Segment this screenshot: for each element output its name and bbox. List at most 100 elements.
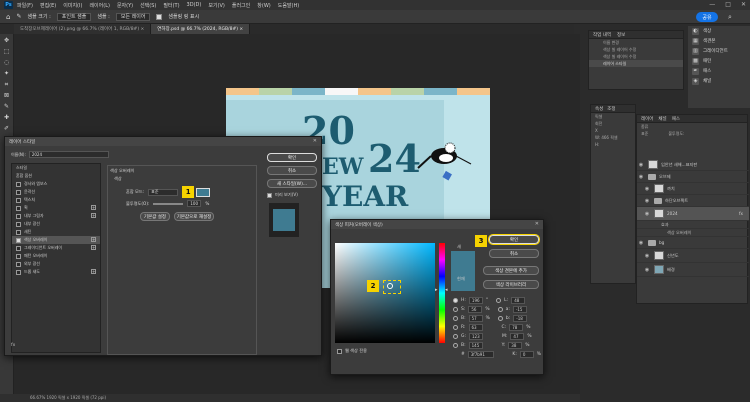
style-checkbox[interactable] <box>16 181 21 187</box>
blend-mode-select[interactable]: 표준 <box>641 131 648 137</box>
color-field-input[interactable]: 0 <box>519 351 534 358</box>
menu-filter[interactable]: 필터(T) <box>163 2 179 9</box>
menu-3d[interactable]: 3D(D) <box>187 2 202 8</box>
web-only-checkbox[interactable] <box>337 348 342 354</box>
share-button[interactable]: 공유 <box>696 12 718 22</box>
hue-slider-arrow-left[interactable]: ▸ <box>435 287 438 293</box>
frame-tool-icon[interactable]: ⊠ <box>2 91 12 100</box>
eye-icon[interactable]: ◉ <box>637 174 645 180</box>
lasso-tool-icon[interactable]: ◌ <box>2 58 12 67</box>
color-field-input[interactable]: -18 <box>513 315 528 322</box>
tab-properties[interactable]: 속성 <box>595 106 603 112</box>
maximize-button[interactable]: □ <box>725 1 731 8</box>
color-cursor[interactable] <box>387 283 393 289</box>
hue-slider-arrow-right[interactable]: ◂ <box>445 287 448 293</box>
history-row[interactable]: 색상 칠 레이어 수정 <box>589 53 683 60</box>
eye-icon[interactable]: ◉ <box>643 186 651 192</box>
color-mode-radio[interactable] <box>497 307 503 312</box>
style-list-item[interactable]: 경사와 엠보스 <box>12 180 100 188</box>
healing-tool-icon[interactable]: ✚ <box>2 113 12 122</box>
style-checkbox[interactable] <box>16 205 21 211</box>
style-checkbox[interactable] <box>16 197 21 203</box>
style-checkbox[interactable] <box>16 253 21 259</box>
style-list-item[interactable]: 그레이디언트 오버레이 + <box>12 244 100 252</box>
eye-icon[interactable]: ◉ <box>643 253 651 259</box>
eye-icon[interactable]: ◉ <box>643 267 651 273</box>
preview-checkbox[interactable] <box>267 192 272 198</box>
search-icon[interactable]: ⌕ <box>728 13 732 22</box>
minimize-button[interactable]: — <box>709 1 715 8</box>
dock-color[interactable]: ◐ 색상 <box>688 26 750 36</box>
eyedropper-tool-icon[interactable]: ✎ <box>2 102 12 111</box>
blend-mode-select[interactable]: 표준 <box>148 188 179 196</box>
select-tool-icon[interactable]: ✦ <box>2 69 12 78</box>
color-field-input[interactable]: 38 <box>508 342 523 349</box>
style-list-item[interactable]: 패턴 오버레이 <box>12 252 100 260</box>
style-list-item[interactable]: 새틴 <box>12 228 100 236</box>
ok-button[interactable]: 확인 <box>267 153 317 162</box>
color-field-input[interactable]: 123 <box>469 333 484 340</box>
layer-row[interactable]: ◉ 까치 <box>637 183 749 195</box>
color-field-input[interactable]: -15 <box>512 306 527 313</box>
color-mode-radio[interactable] <box>496 298 502 303</box>
history-row[interactable]: 색상 칠 레이어 수정 <box>589 46 683 53</box>
style-checkbox[interactable] <box>16 229 21 235</box>
style-checkbox[interactable] <box>16 237 21 243</box>
layer-row[interactable]: ◉ 신년도 <box>637 249 749 263</box>
picker-ok-button[interactable]: 확인 <box>488 234 540 245</box>
menu-view[interactable]: 보기(V) <box>208 2 225 9</box>
eyedropper-icon[interactable]: ✎ <box>16 13 21 20</box>
sample-size-select[interactable]: 포인트 샘플 <box>56 12 92 21</box>
color-mode-radio[interactable] <box>453 316 458 321</box>
close-icon[interactable]: ✕ <box>535 221 539 227</box>
dock-swatches[interactable]: ▦ 색견본 <box>688 36 750 46</box>
add-effect-icon[interactable]: + <box>91 237 96 242</box>
color-field-input[interactable]: 63 <box>468 324 483 331</box>
tab-adjustments[interactable]: 조정 <box>607 106 615 112</box>
name-input[interactable]: 2024 <box>28 151 109 158</box>
add-effect-icon[interactable]: + <box>91 245 96 250</box>
style-list-item[interactable]: 윤곽선 <box>12 188 100 196</box>
fx-icon[interactable]: fx <box>739 211 743 216</box>
history-row[interactable]: 레이어 스타일 <box>589 60 683 67</box>
style-list-item[interactable]: 스타일 <box>12 164 100 172</box>
dock-paths[interactable]: ✒ 패스 <box>688 66 750 76</box>
tab-history[interactable]: 작업 내역 <box>593 32 611 38</box>
cancel-button[interactable]: 취소 <box>267 166 317 175</box>
layer-row-selected[interactable]: ◉ 2024 fx <box>637 207 749 221</box>
color-mode-radio[interactable] <box>453 298 458 303</box>
color-field-input[interactable]: 48 <box>511 297 526 304</box>
add-effect-icon[interactable]: + <box>91 269 96 274</box>
color-field-input[interactable]: 3f7b91 <box>467 351 494 358</box>
sample-select[interactable]: 모든 레이어 <box>115 12 151 21</box>
add-effect-icon[interactable]: + <box>91 213 96 218</box>
tab-info[interactable]: 정보 <box>617 32 625 38</box>
layer-row[interactable]: ◉ 입안년 새해...표지판 <box>637 159 749 171</box>
tab-doc-2[interactable]: 연하장.psd @ 66.7% (2024, RGB/8#) × <box>151 24 251 34</box>
style-checkbox[interactable] <box>16 245 21 251</box>
color-mode-radio[interactable] <box>497 316 503 321</box>
opacity-input[interactable]: 100 <box>187 200 202 207</box>
menu-edit[interactable]: 편집(E) <box>40 2 56 9</box>
color-mode-radio[interactable] <box>453 325 458 330</box>
picker-cancel-button[interactable]: 취소 <box>489 249 539 258</box>
dock-patterns[interactable]: ▩ 패턴 <box>688 56 750 66</box>
menu-file[interactable]: 파일(F) <box>17 2 33 9</box>
style-checkbox[interactable] <box>16 269 21 275</box>
color-mode-radio[interactable] <box>453 307 458 312</box>
add-swatch-button[interactable]: 색상 견본에 추가 <box>483 266 539 275</box>
eye-icon[interactable]: ◉ <box>643 198 651 204</box>
color-field-input[interactable]: 57 <box>468 315 483 322</box>
layer-row[interactable]: ◉ bg <box>637 237 749 249</box>
color-field-input[interactable]: 56 <box>468 306 483 313</box>
style-list-item[interactable]: 내부 그림자 + <box>12 212 100 220</box>
style-list-item[interactable]: 색상 오버레이 + <box>12 236 100 244</box>
make-default-button[interactable]: 기본값 설정 <box>140 212 170 221</box>
layer-row[interactable]: ◉ 하단오브젝트 <box>637 195 749 207</box>
dock-channels[interactable]: ◈ 채널 <box>688 76 750 86</box>
tab-doc-1[interactable]: 도착장오브제레이어 (2).png @ 66.7% (레이어 1, RGB/8#… <box>14 24 152 34</box>
color-mode-radio[interactable] <box>453 334 458 339</box>
style-checkbox[interactable] <box>16 221 21 227</box>
menu-image[interactable]: 이미지(I) <box>63 2 82 9</box>
marquee-tool-icon[interactable]: ⬚ <box>2 47 12 56</box>
